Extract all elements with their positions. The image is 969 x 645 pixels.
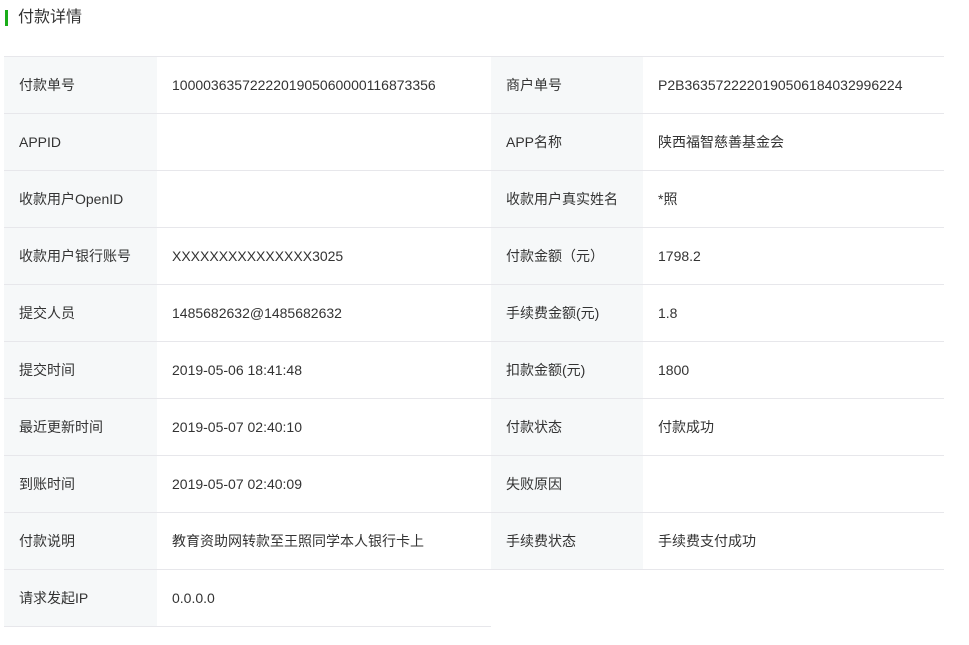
label-description: 付款说明 (4, 513, 157, 569)
table-row-description: 付款说明 教育资助网转款至王照同学本人银行卡上 手续费状态 手续费支付成功 (4, 513, 944, 570)
label-fee-status: 手续费状态 (491, 513, 643, 569)
value-payee-openid (157, 171, 491, 227)
value-arrival-time: 2019-05-07 02:40:09 (157, 456, 491, 512)
label-submit-time: 提交时间 (4, 342, 157, 398)
value-submit-time: 2019-05-06 18:41:48 (157, 342, 491, 398)
page-title: 付款详情 (18, 9, 83, 26)
label-update-time: 最近更新时间 (4, 399, 157, 455)
value-request-ip: 0.0.0.0 (157, 570, 491, 626)
table-row-payment-no: 付款单号 1000036357222201905060000116873356 … (4, 57, 944, 114)
label-payee-real-name: 收款用户真实姓名 (491, 171, 643, 227)
value-update-time: 2019-05-07 02:40:10 (157, 399, 491, 455)
value-payment-no: 1000036357222201905060000116873356 (157, 57, 491, 113)
label-deduct-amount: 扣款金额(元) (491, 342, 643, 398)
value-bank-account: XXXXXXXXXXXXXXX3025 (157, 228, 491, 284)
value-appid (157, 114, 491, 170)
table-row-request-ip: 请求发起IP 0.0.0.0 (4, 570, 491, 627)
section-header: 付款详情 (5, 9, 82, 27)
label-payment-status: 付款状态 (491, 399, 643, 455)
label-request-ip: 请求发起IP (4, 570, 157, 626)
value-fee-status: 手续费支付成功 (643, 513, 944, 569)
value-payment-status: 付款成功 (643, 399, 944, 455)
value-description: 教育资助网转款至王照同学本人银行卡上 (157, 513, 491, 569)
label-arrival-time: 到账时间 (4, 456, 157, 512)
table-row-update-time: 最近更新时间 2019-05-07 02:40:10 付款状态 付款成功 (4, 399, 944, 456)
payment-detail-table: 付款单号 1000036357222201905060000116873356 … (4, 56, 944, 627)
label-appid: APPID (4, 114, 157, 170)
value-payment-amount: 1798.2 (643, 228, 944, 284)
title-accent-bar (5, 10, 8, 26)
table-row-bank-account: 收款用户银行账号 XXXXXXXXXXXXXXX3025 付款金额（元） 179… (4, 228, 944, 285)
label-payment-amount: 付款金额（元） (491, 228, 643, 284)
label-failure-reason: 失败原因 (491, 456, 643, 512)
table-row-arrival-time: 到账时间 2019-05-07 02:40:09 失败原因 (4, 456, 944, 513)
value-app-name: 陕西福智慈善基金会 (643, 114, 944, 170)
table-row-submit-time: 提交时间 2019-05-06 18:41:48 扣款金额(元) 1800 (4, 342, 944, 399)
table-row-submitter: 提交人员 1485682632@1485682632 手续费金额(元) 1.8 (4, 285, 944, 342)
value-failure-reason (643, 456, 944, 512)
table-row-appid: APPID APP名称 陕西福智慈善基金会 (4, 114, 944, 171)
label-payee-openid: 收款用户OpenID (4, 171, 157, 227)
value-merchant-no: P2B3635722220190506184032996224 (643, 57, 944, 113)
value-payee-real-name: *照 (643, 171, 944, 227)
label-bank-account: 收款用户银行账号 (4, 228, 157, 284)
label-payment-no: 付款单号 (4, 57, 157, 113)
value-fee-amount: 1.8 (643, 285, 944, 341)
label-app-name: APP名称 (491, 114, 643, 170)
label-fee-amount: 手续费金额(元) (491, 285, 643, 341)
label-submitter: 提交人员 (4, 285, 157, 341)
value-deduct-amount: 1800 (643, 342, 944, 398)
label-merchant-no: 商户单号 (491, 57, 643, 113)
table-row-openid: 收款用户OpenID 收款用户真实姓名 *照 (4, 171, 944, 228)
value-submitter: 1485682632@1485682632 (157, 285, 491, 341)
